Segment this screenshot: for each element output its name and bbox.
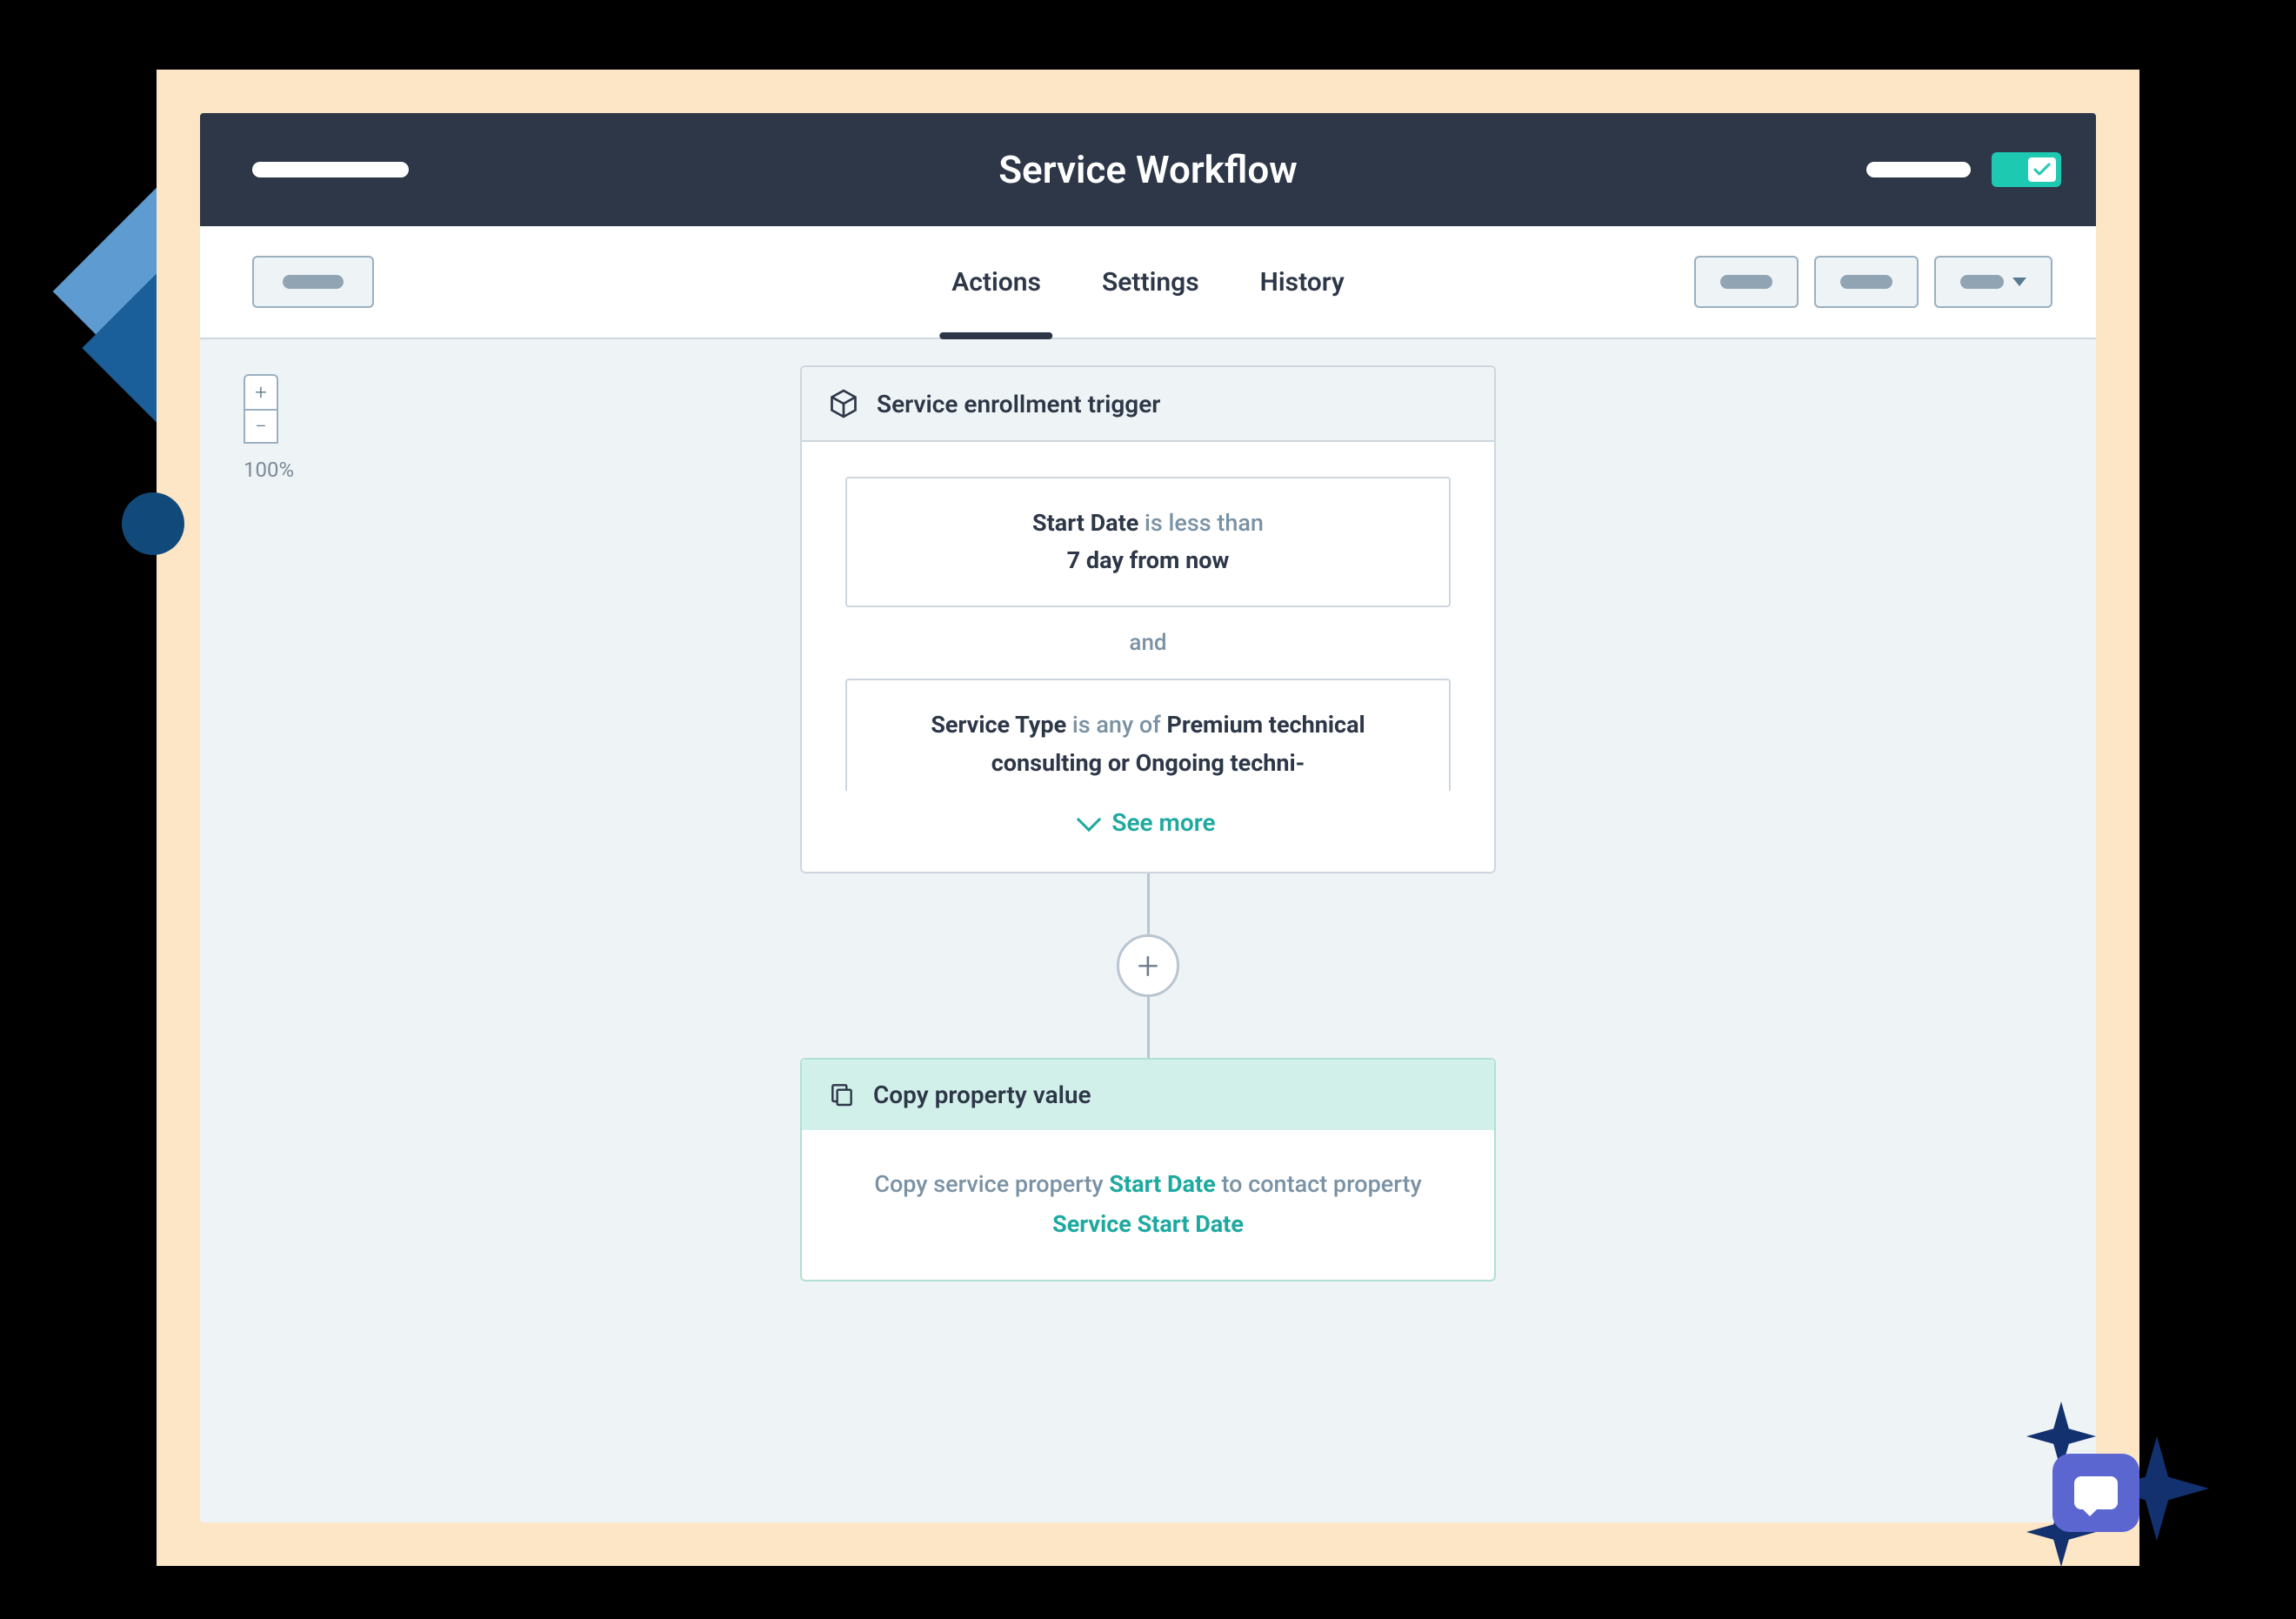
toolbar-left-button[interactable] xyxy=(252,256,374,308)
toolbar-button-2[interactable] xyxy=(1814,256,1919,308)
condition-property: Start Date xyxy=(1032,509,1138,537)
action-target-property: Service Start Date xyxy=(1052,1210,1244,1238)
add-action-button[interactable]: + xyxy=(1117,934,1179,997)
see-more-button[interactable]: See more xyxy=(845,791,1451,846)
header-left-placeholder[interactable] xyxy=(252,162,409,177)
zoom-out-button[interactable]: − xyxy=(244,409,278,444)
see-more-label: See more xyxy=(1111,808,1215,837)
chat-icon xyxy=(2074,1476,2118,1509)
chevron-down-icon xyxy=(2012,278,2026,286)
action-body: Copy service property Start Date to cont… xyxy=(802,1130,1494,1280)
chevron-down-icon xyxy=(1077,807,1101,832)
header-right xyxy=(1866,152,2061,187)
check-icon xyxy=(2028,157,2056,182)
connector-line xyxy=(1147,997,1150,1058)
action-text-mid: to contact property xyxy=(1221,1170,1421,1198)
cube-icon xyxy=(828,388,859,419)
action-node[interactable]: Copy property value Copy service propert… xyxy=(800,1058,1496,1281)
tabs: Actions Settings History xyxy=(951,226,1344,338)
zoom-in-button[interactable]: + xyxy=(244,374,278,409)
condition-operator: is any of xyxy=(1072,711,1161,739)
copy-icon xyxy=(828,1080,856,1108)
workflow-flow: Service enrollment trigger Start Date is… xyxy=(800,365,1496,1281)
workflow-canvas[interactable]: + − 100% Service enr xyxy=(200,339,2096,1522)
zoom-level: 100% xyxy=(244,458,294,482)
toolbar: Actions Settings History xyxy=(200,226,2096,339)
tab-settings[interactable]: Settings xyxy=(1102,226,1199,338)
and-separator: and xyxy=(845,607,1451,679)
tab-actions[interactable]: Actions xyxy=(951,226,1041,338)
toolbar-dropdown[interactable] xyxy=(1934,256,2052,308)
condition-property: Service Type xyxy=(931,711,1066,739)
condition-operator: is less than xyxy=(1145,509,1264,537)
frame: Service Workflow Actions Settings Histor… xyxy=(157,70,2139,1566)
trigger-title: Service enrollment trigger xyxy=(877,390,1160,418)
app-window: Service Workflow Actions Settings Histor… xyxy=(200,113,2096,1522)
placeholder-text xyxy=(283,275,344,289)
workflow-enabled-toggle[interactable] xyxy=(1992,152,2061,187)
zoom-controls: + − 100% xyxy=(244,374,294,482)
header-right-placeholder xyxy=(1866,162,1971,177)
decorative-circle xyxy=(122,492,184,555)
page-title: Service Workflow xyxy=(998,147,1298,192)
header: Service Workflow xyxy=(200,113,2096,226)
condition-1[interactable]: Start Date is less than 7 day from now xyxy=(845,477,1451,607)
action-source-property: Start Date xyxy=(1109,1170,1215,1198)
toolbar-right xyxy=(1694,256,2052,308)
chat-widget-button[interactable] xyxy=(2052,1454,2139,1532)
toolbar-button-1[interactable] xyxy=(1694,256,1799,308)
action-header: Copy property value xyxy=(802,1060,1494,1130)
action-title: Copy property value xyxy=(873,1080,1091,1109)
connector-line xyxy=(1147,873,1150,934)
condition-value: 7 day from now xyxy=(1067,546,1230,574)
action-text-prefix: Copy service property xyxy=(874,1170,1103,1198)
condition-2[interactable]: Service Type is any of Premium technical… xyxy=(845,679,1451,790)
trigger-body: Start Date is less than 7 day from now a… xyxy=(802,442,1494,872)
trigger-header: Service enrollment trigger xyxy=(802,367,1494,442)
trigger-node[interactable]: Service enrollment trigger Start Date is… xyxy=(800,365,1496,873)
tab-history[interactable]: History xyxy=(1260,226,1345,338)
